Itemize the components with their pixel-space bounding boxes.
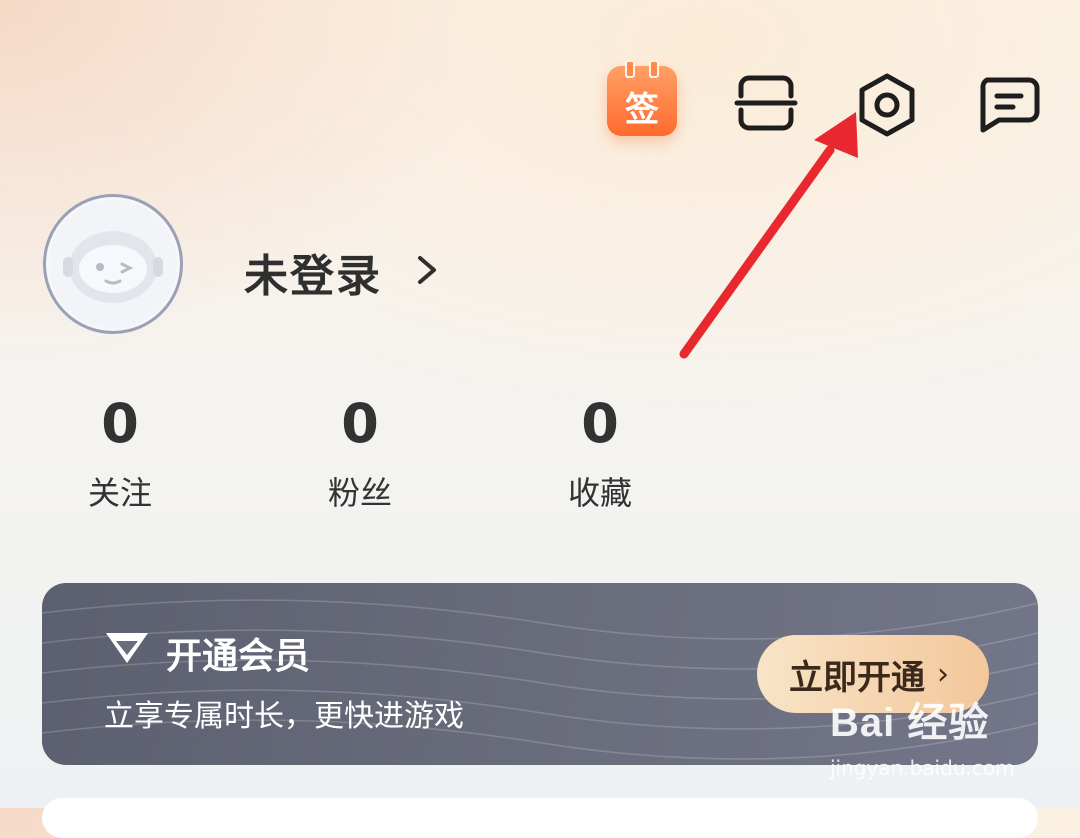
avatar[interactable]	[43, 194, 183, 334]
robot-avatar-icon	[49, 200, 177, 328]
calendar-ring-left	[625, 60, 635, 78]
diamond-icon	[106, 633, 148, 663]
favorites-count: 0	[581, 392, 619, 455]
vip-subtitle: 立享专属时长，更快进游戏	[104, 699, 464, 734]
stat-fans[interactable]: 0 粉丝	[290, 394, 430, 514]
annotation-arrow-icon	[679, 112, 858, 359]
stat-favorites[interactable]: 0 收藏	[530, 394, 670, 514]
checkin-calendar-button[interactable]: 签	[607, 60, 677, 136]
stat-following[interactable]: 0 关注	[50, 394, 190, 514]
vip-title: 开通会员	[166, 636, 311, 677]
message-icon[interactable]	[973, 70, 1043, 140]
chevron-right-icon: ›	[937, 656, 949, 692]
baidu-jingyan-watermark: Bai 经验 jingyan.baidu.com	[830, 690, 1015, 780]
following-label: 关注	[87, 474, 152, 512]
next-section-card	[42, 798, 1038, 838]
fans-label: 粉丝	[327, 474, 392, 512]
following-count: 0	[101, 392, 139, 455]
watermark-url: jingyan.baidu.com	[830, 756, 1015, 780]
chevron-right-icon[interactable]	[412, 252, 442, 288]
favorites-label: 收藏	[567, 474, 632, 512]
fans-count: 0	[341, 392, 379, 455]
calendar-ring-right	[649, 60, 659, 78]
login-prompt[interactable]: 未登录	[244, 240, 382, 304]
watermark-brand: Bai 经验	[830, 701, 990, 745]
checkin-label: 签	[625, 90, 659, 130]
